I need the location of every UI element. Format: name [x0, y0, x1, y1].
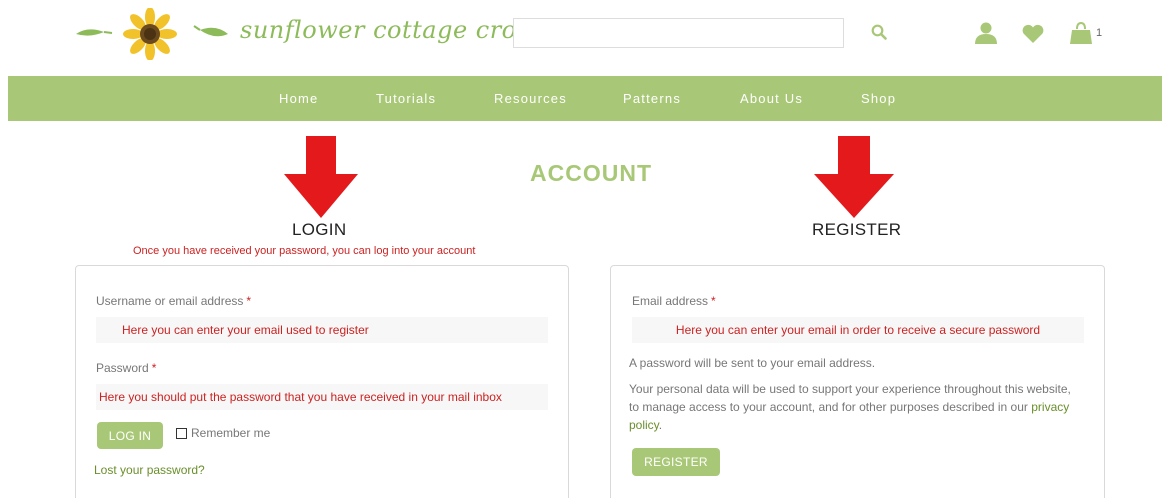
username-label: Username or email address *	[96, 294, 252, 308]
register-form: Email address* A password will be sent t…	[610, 265, 1105, 498]
lost-password-link[interactable]: Lost your password?	[94, 463, 205, 477]
email-field[interactable]	[632, 317, 1084, 343]
privacy-text: Your personal data will be used to suppo…	[629, 382, 1071, 432]
login-annotation: Once you have received your password, yo…	[133, 245, 476, 257]
sunflower-icon	[123, 8, 177, 60]
nav-item-shop[interactable]: Shop	[861, 91, 896, 106]
remember-me-label: Remember me	[191, 426, 271, 440]
shopping-bag-icon[interactable]	[1069, 22, 1093, 44]
arrow-down-icon	[284, 136, 358, 218]
nav-item-patterns[interactable]: Patterns	[623, 91, 681, 106]
remember-me-checkbox[interactable]	[176, 427, 187, 439]
register-button[interactable]: REGISTER	[632, 448, 720, 476]
login-form: Username or email address* Password* LOG…	[75, 265, 569, 498]
nav-item-resources[interactable]: Resources	[494, 91, 567, 106]
nav-item-tutorials[interactable]: Tutorials	[376, 91, 436, 106]
required-mark: *	[246, 294, 252, 308]
site-logo[interactable]: sunflower cottage crochet	[74, 8, 571, 60]
page-title: ACCOUNT	[530, 160, 652, 186]
user-icon[interactable]	[974, 22, 998, 44]
nav-item-about-us[interactable]: About Us	[740, 91, 803, 106]
required-mark: *	[151, 361, 157, 375]
login-button[interactable]: LOG IN	[97, 422, 163, 449]
nav-item-home[interactable]: Home	[279, 91, 318, 106]
search-icon	[871, 24, 887, 40]
username-field[interactable]	[96, 317, 548, 343]
password-info-text: A password will be sent to your email ad…	[629, 356, 876, 370]
login-heading: LOGIN	[292, 220, 347, 239]
email-label: Email address *	[632, 294, 716, 308]
search-button[interactable]	[866, 20, 892, 46]
leaf-icon	[193, 25, 228, 37]
site-header: sunflower cottage crochet 1	[0, 0, 1162, 76]
heart-icon[interactable]	[1021, 24, 1045, 44]
remember-me[interactable]: Remember me	[176, 426, 270, 440]
main-nav: Home Tutorials Resources Patterns About …	[8, 76, 1162, 121]
required-mark: *	[711, 294, 716, 308]
arrow-down-icon	[814, 136, 894, 218]
cart-count-badge: 1	[1096, 27, 1103, 39]
password-label: Password *	[96, 361, 157, 375]
leaf-icon	[76, 29, 113, 36]
search-input[interactable]	[513, 18, 844, 48]
register-heading: REGISTER	[812, 220, 902, 239]
password-field[interactable]	[96, 384, 548, 410]
